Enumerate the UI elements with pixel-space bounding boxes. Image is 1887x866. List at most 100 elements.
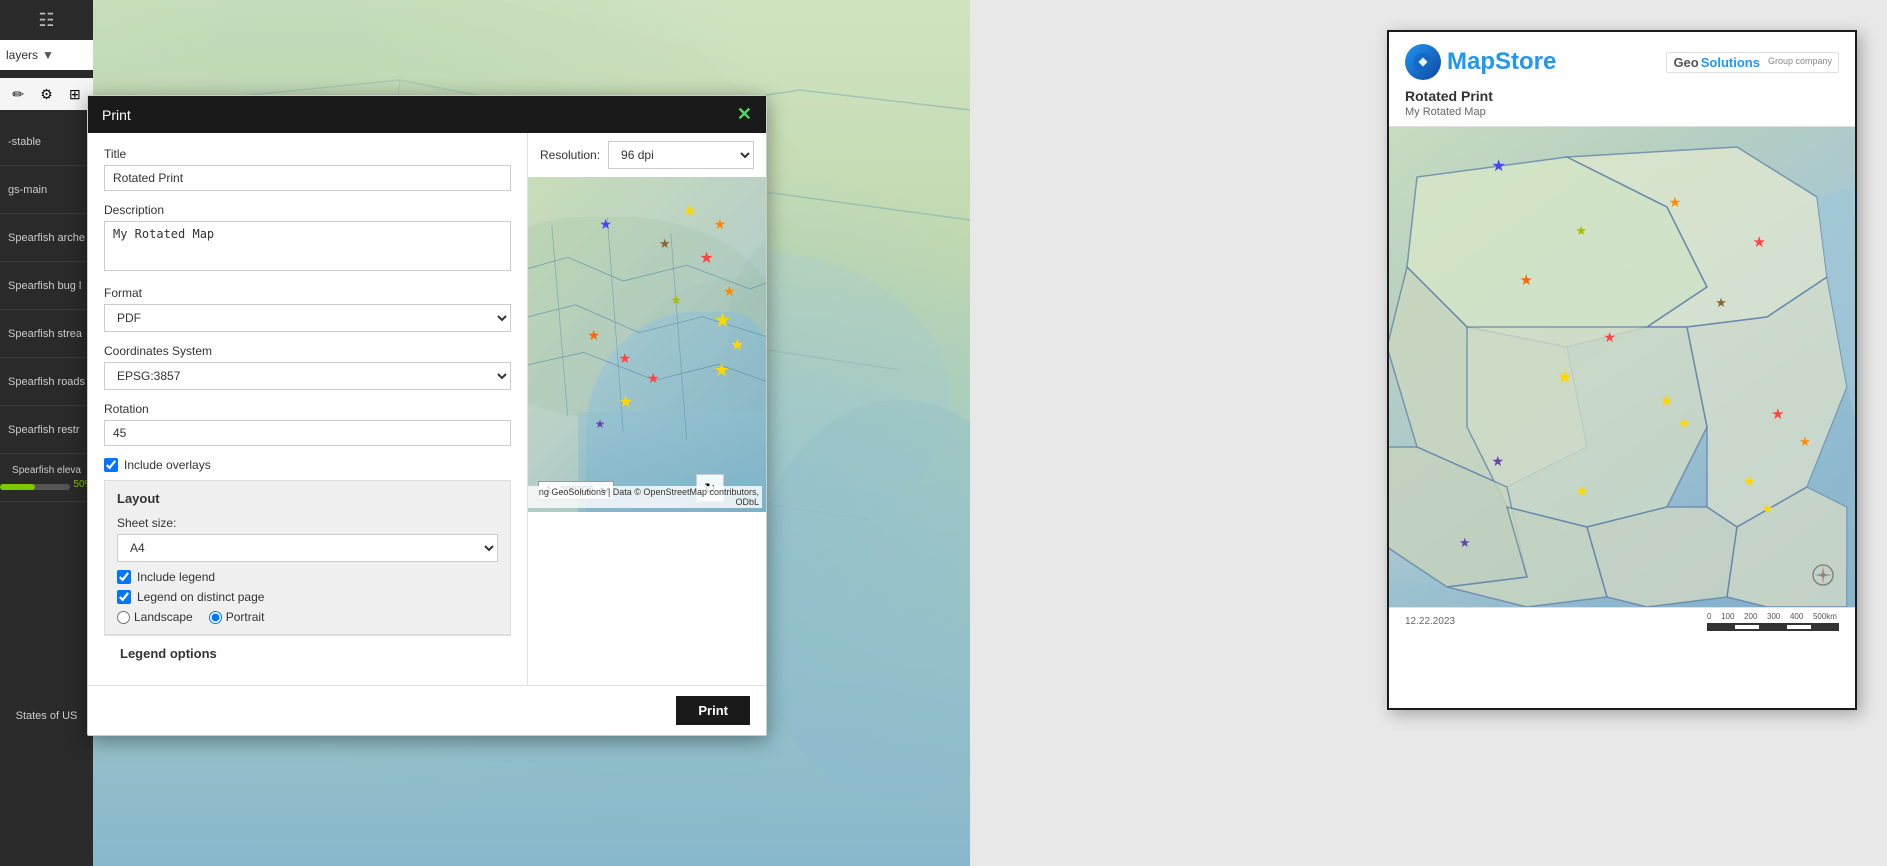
preview-star: ★ bbox=[1715, 295, 1727, 311]
dialog-footer: Print bbox=[88, 685, 766, 735]
legend-distinct-checkbox[interactable] bbox=[117, 590, 131, 604]
legend-options-label: Legend options bbox=[120, 646, 217, 661]
map-star: ★ bbox=[671, 294, 682, 306]
rotation-label: Rotation bbox=[104, 402, 511, 416]
coordinates-label: Coordinates System bbox=[104, 344, 511, 358]
layers-label: layers bbox=[6, 48, 38, 62]
sidebar-item-spearfish-strea[interactable]: Spearfish strea bbox=[0, 310, 93, 358]
sidebar-item-gs-main[interactable]: gs-main bbox=[0, 166, 93, 214]
table-icon[interactable]: ⊞ bbox=[64, 83, 86, 105]
sidebar-menu-icon[interactable]: ☷ bbox=[0, 0, 93, 40]
coordinates-select[interactable]: EPSG:3857 EPSG:4326 bbox=[104, 362, 511, 390]
sidebar-item-spearfish-roads[interactable]: Spearfish roads bbox=[0, 358, 93, 406]
preview-star: ★ bbox=[1678, 415, 1691, 432]
preview-star: ★ bbox=[1669, 194, 1682, 211]
map-attribution: ng GeoSolutions | Data © OpenStreetMap c… bbox=[528, 486, 762, 508]
geosolutions-logo: GeoSolutions Group company bbox=[1666, 52, 1839, 73]
resolution-select[interactable]: 96 dpi 150 dpi 300 dpi bbox=[608, 141, 754, 169]
sidebar-tools-bar: ✏ ⚙ ⊞ bbox=[0, 78, 93, 110]
resolution-label: Resolution: bbox=[540, 148, 600, 162]
description-input[interactable]: My Rotated Map bbox=[104, 221, 511, 271]
rotation-group: Rotation bbox=[104, 402, 511, 446]
dialog-close-button[interactable]: ✕ bbox=[737, 104, 752, 125]
preview-star: ★ bbox=[1659, 391, 1673, 411]
scale-bar bbox=[1707, 623, 1839, 631]
landscape-label: Landscape bbox=[134, 610, 193, 624]
preview-title: Rotated Print bbox=[1405, 88, 1839, 104]
map-star: ★ bbox=[714, 217, 727, 231]
dialog-form: Title Description My Rotated Map Format … bbox=[88, 133, 528, 685]
include-overlays-label: Include overlays bbox=[124, 458, 211, 472]
print-dialog: Print ✕ Title Description My Rotated Map… bbox=[87, 95, 767, 736]
map-star: ★ bbox=[723, 284, 736, 298]
rotation-input[interactable] bbox=[104, 420, 511, 446]
format-group: Format PDF PNG JPEG bbox=[104, 286, 511, 332]
dialog-title: Print bbox=[102, 107, 131, 123]
map-star: ★ bbox=[659, 237, 671, 250]
sidebar-layers-bar[interactable]: layers ▼ bbox=[0, 40, 93, 70]
filter-icon[interactable]: ▼ bbox=[42, 48, 54, 62]
sidebar-item-stable[interactable]: -stable bbox=[0, 118, 93, 166]
sheet-size-label: Sheet size: bbox=[117, 516, 498, 530]
sidebar-item-spearfish-arche[interactable]: Spearfish arche bbox=[0, 214, 93, 262]
include-legend-checkbox[interactable] bbox=[117, 570, 131, 584]
map-star: ★ bbox=[647, 371, 660, 385]
map-star: ★ bbox=[714, 361, 730, 379]
portrait-label: Portrait bbox=[226, 610, 265, 624]
legend-distinct-row: Legend on distinct page bbox=[117, 590, 498, 604]
print-preview-panel: MapStore GeoSolutions Group company Rota… bbox=[1387, 30, 1857, 710]
description-group: Description My Rotated Map bbox=[104, 203, 511, 274]
orientation-row: Landscape Portrait bbox=[117, 610, 498, 624]
layout-title: Layout bbox=[117, 491, 498, 506]
map-star: ★ bbox=[595, 418, 606, 430]
legend-distinct-label: Legend on distinct page bbox=[137, 590, 264, 604]
preview-star: ★ bbox=[1575, 223, 1587, 239]
portrait-radio[interactable] bbox=[209, 611, 222, 624]
title-input[interactable] bbox=[104, 165, 511, 191]
map-star: ★ bbox=[730, 338, 744, 354]
title-label: Title bbox=[104, 147, 511, 161]
map-star: ★ bbox=[588, 328, 601, 342]
dialog-map-panel: Resolution: 96 dpi 150 dpi 300 dpi bbox=[528, 133, 766, 685]
solutions-text: Solutions bbox=[1701, 55, 1760, 70]
map-star: ★ bbox=[683, 204, 697, 220]
preview-star: ★ bbox=[1557, 367, 1573, 388]
logo-row: MapStore GeoSolutions Group company bbox=[1405, 44, 1839, 80]
map-star: ★ bbox=[618, 395, 632, 411]
legend-options-bar: Legend options bbox=[104, 635, 511, 671]
geo-text: Geo bbox=[1673, 55, 1698, 70]
include-legend-label: Include legend bbox=[137, 570, 215, 584]
preview-star: ★ bbox=[1799, 434, 1811, 450]
format-label: Format bbox=[104, 286, 511, 300]
map-preview: ★ ★ ★ ★ ★ ★ ★ ★ ★ ★ ★ ★ ★ ★ ★ bbox=[528, 177, 766, 512]
sheet-size-select[interactable]: A4 A3 Letter bbox=[117, 534, 498, 562]
preview-star: ★ bbox=[1752, 233, 1765, 251]
settings-icon[interactable]: ⚙ bbox=[35, 83, 57, 105]
sidebar-item-spearfish-eleva[interactable]: Spearfish eleva 50% bbox=[0, 454, 93, 502]
portrait-option[interactable]: Portrait bbox=[209, 610, 265, 624]
pencil-icon[interactable]: ✏ bbox=[7, 83, 29, 105]
sidebar-item-spearfish-restr[interactable]: Spearfish restr bbox=[0, 406, 93, 454]
progress-fill bbox=[0, 484, 35, 490]
preview-footer: 12.22.2023 0 100 200 300 400 500km bbox=[1389, 607, 1855, 635]
sidebar-item-states[interactable]: States of US bbox=[0, 686, 93, 746]
landscape-radio[interactable] bbox=[117, 611, 130, 624]
preview-star: ★ bbox=[1762, 501, 1774, 517]
print-button[interactable]: Print bbox=[676, 696, 750, 725]
dialog-body: Title Description My Rotated Map Format … bbox=[88, 133, 766, 685]
sidebar: ☷ layers ▼ ✏ ⚙ ⊞ -stable gs-main Spearfi… bbox=[0, 0, 93, 866]
preview-star: ★ bbox=[1575, 482, 1588, 500]
progress-bar bbox=[0, 484, 70, 490]
preview-header: MapStore GeoSolutions Group company Rota… bbox=[1389, 32, 1855, 127]
mapstore-logo: MapStore bbox=[1405, 44, 1556, 80]
landscape-option[interactable]: Landscape bbox=[117, 610, 193, 624]
include-overlays-row: Include overlays bbox=[104, 458, 511, 472]
dialog-header: Print ✕ bbox=[88, 96, 766, 133]
map-star: ★ bbox=[599, 217, 612, 231]
sidebar-item-spearfish-bug[interactable]: Spearfish bug l bbox=[0, 262, 93, 310]
preview-subtitle: My Rotated Map bbox=[1405, 106, 1839, 118]
format-select[interactable]: PDF PNG JPEG bbox=[104, 304, 511, 332]
description-label: Description bbox=[104, 203, 511, 217]
include-legend-row: Include legend bbox=[117, 570, 498, 584]
include-overlays-checkbox[interactable] bbox=[104, 458, 118, 472]
